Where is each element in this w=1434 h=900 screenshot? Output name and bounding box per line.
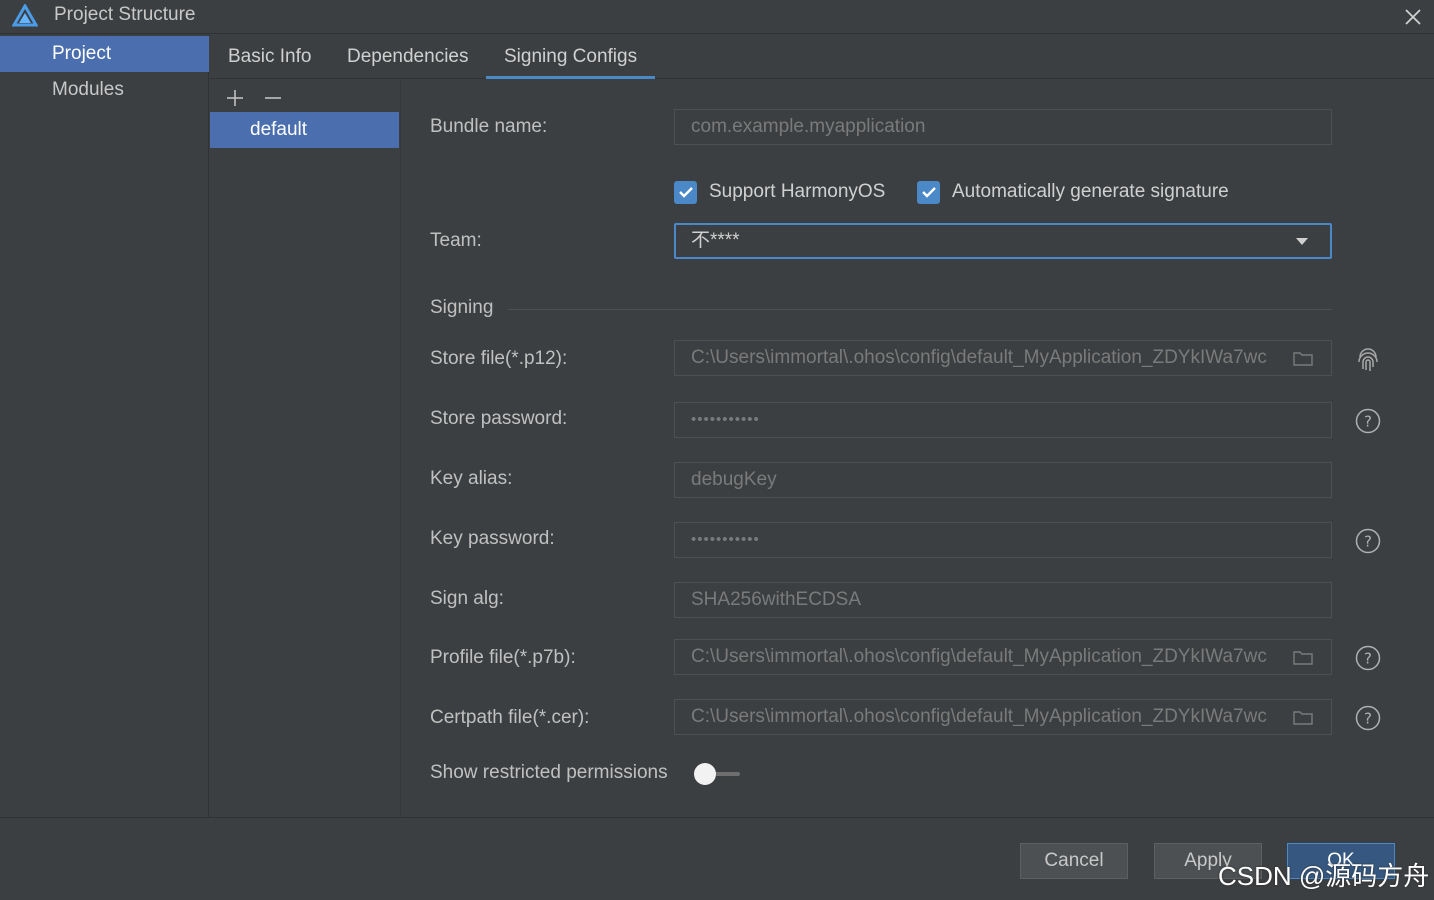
dropdown-arrow-icon <box>1296 238 1308 245</box>
svg-text:?: ? <box>1364 413 1372 431</box>
app-logo-icon <box>12 4 38 27</box>
support-harmonyos-label: Support HarmonyOS <box>709 181 886 202</box>
tab-signing-configs[interactable]: Signing Configs <box>486 35 656 79</box>
folder-icon[interactable] <box>1293 709 1313 725</box>
profile-file-label: Profile file(*.p7b): <box>430 647 576 668</box>
show-restricted-toggle[interactable] <box>694 763 746 785</box>
cancel-button[interactable]: Cancel <box>1020 843 1128 879</box>
certpath-file-label: Certpath file(*.cer): <box>430 707 590 728</box>
sidebar-item-project[interactable]: Project <box>0 36 209 72</box>
store-password-field[interactable]: ••••••••••• <box>674 402 1332 438</box>
checkbox-checked-icon <box>674 180 697 204</box>
key-password-label: Key password: <box>430 528 555 549</box>
tab-bar: Basic Info Dependencies Signing Configs <box>210 35 1434 79</box>
signing-section-title: Signing <box>430 297 494 318</box>
support-harmonyos-checkbox[interactable]: Support HarmonyOS <box>674 179 885 205</box>
config-item-default[interactable]: default <box>210 112 399 148</box>
team-label: Team: <box>430 230 482 251</box>
show-restricted-label: Show restricted permissions <box>430 762 668 783</box>
profile-file-help-icon[interactable]: ? <box>1355 645 1381 671</box>
section-divider <box>508 309 1332 310</box>
minus-icon <box>265 97 281 99</box>
sign-alg-label: Sign alg: <box>430 588 504 609</box>
bundle-name-value: com.example.myapplication <box>691 116 926 137</box>
checkbox-checked-icon <box>917 180 940 204</box>
svg-text:?: ? <box>1364 533 1372 551</box>
signing-form: Bundle name: com.example.myapplication S… <box>400 80 1434 817</box>
key-password-help-icon[interactable]: ? <box>1355 528 1381 554</box>
store-password-label: Store password: <box>430 408 568 429</box>
team-dropdown[interactable]: 不**** <box>674 223 1332 259</box>
key-alias-value: debugKey <box>691 469 777 490</box>
fingerprint-icon[interactable] <box>1355 347 1381 373</box>
certpath-file-value: C:\Users\immortal\.ohos\config\default_M… <box>691 706 1267 727</box>
team-value: 不**** <box>691 230 740 251</box>
config-list-panel: default <box>210 80 399 817</box>
key-password-field[interactable]: ••••••••••• <box>674 522 1332 558</box>
sidebar-item-modules[interactable]: Modules <box>0 72 209 108</box>
svg-text:?: ? <box>1364 650 1372 668</box>
auto-generate-signature-checkbox[interactable]: Automatically generate signature <box>917 179 1229 205</box>
sign-alg-field[interactable]: SHA256withECDSA <box>674 582 1332 618</box>
key-alias-label: Key alias: <box>430 468 513 489</box>
key-password-value: ••••••••••• <box>691 531 760 548</box>
profile-file-value: C:\Users\immortal\.ohos\config\default_M… <box>691 646 1267 667</box>
store-file-label: Store file(*.p12): <box>430 348 568 369</box>
window-title: Project Structure <box>54 4 196 25</box>
tab-dependencies[interactable]: Dependencies <box>329 35 486 79</box>
bundle-name-field[interactable]: com.example.myapplication <box>674 109 1332 145</box>
apply-button[interactable]: Apply <box>1154 843 1262 879</box>
close-icon <box>1405 9 1421 25</box>
key-alias-field[interactable]: debugKey <box>674 462 1332 498</box>
dialog-footer: Cancel Apply OK <box>0 817 1434 900</box>
add-config-button[interactable] <box>223 86 247 110</box>
toggle-knob <box>694 763 716 785</box>
store-password-value: ••••••••••• <box>691 411 760 428</box>
certpath-file-help-icon[interactable]: ? <box>1355 705 1381 731</box>
remove-config-button[interactable] <box>261 86 285 110</box>
sidebar: Project Modules <box>0 35 209 817</box>
sign-alg-value: SHA256withECDSA <box>691 589 862 610</box>
plus-icon <box>227 90 243 106</box>
store-file-field[interactable]: C:\Users\immortal\.ohos\config\default_M… <box>674 340 1332 376</box>
close-button[interactable] <box>1398 2 1428 32</box>
bundle-name-label: Bundle name: <box>430 116 548 137</box>
folder-icon[interactable] <box>1293 350 1313 366</box>
profile-file-field[interactable]: C:\Users\immortal\.ohos\config\default_M… <box>674 639 1332 675</box>
certpath-file-field[interactable]: C:\Users\immortal\.ohos\config\default_M… <box>674 699 1332 735</box>
auto-generate-signature-label: Automatically generate signature <box>952 181 1229 202</box>
svg-text:?: ? <box>1364 710 1372 728</box>
store-password-help-icon[interactable]: ? <box>1355 408 1381 434</box>
title-bar: Project Structure <box>0 0 1434 34</box>
folder-icon[interactable] <box>1293 649 1313 665</box>
ok-button[interactable]: OK <box>1287 843 1395 879</box>
tab-basic-info[interactable]: Basic Info <box>210 35 329 79</box>
store-file-value: C:\Users\immortal\.ohos\config\default_M… <box>691 347 1267 368</box>
